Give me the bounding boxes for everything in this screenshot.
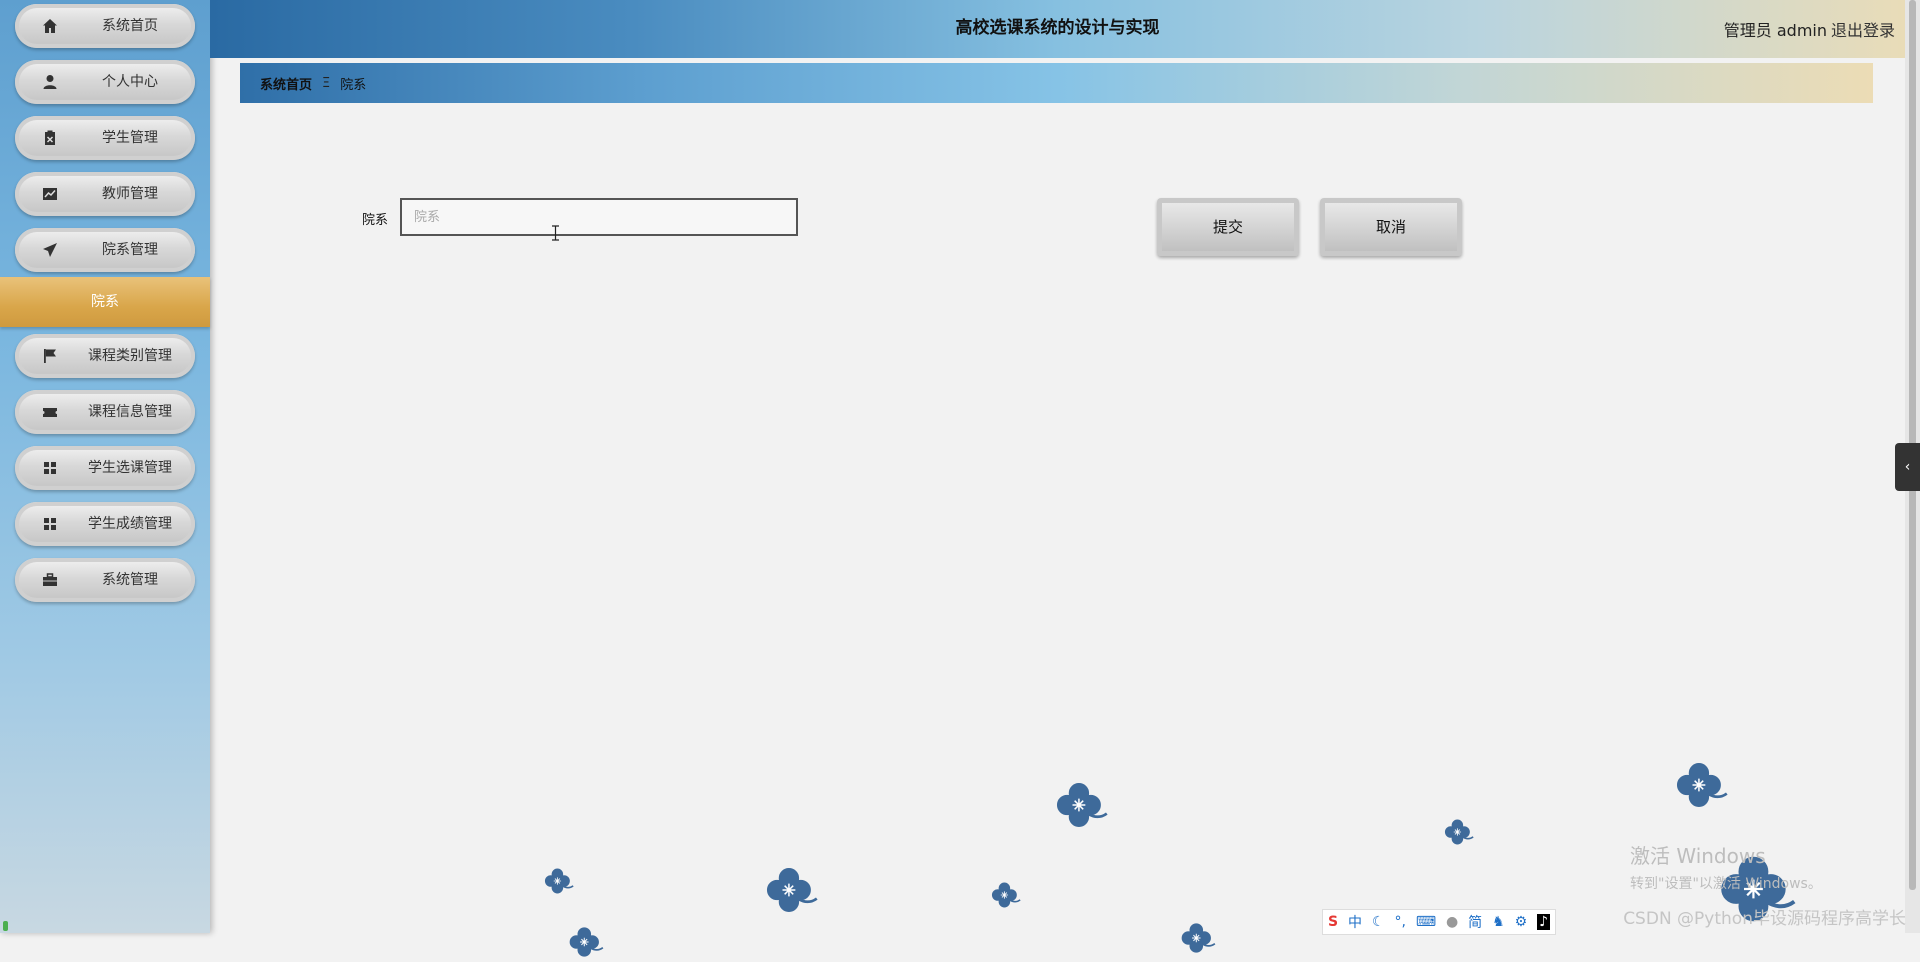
sidebar-item-label: 系统首页 (102, 18, 158, 34)
top-header: 高校选课系统的设计与实现 管理员 admin 退出登录 (210, 0, 1905, 58)
sidebar-item-course-categories[interactable]: 课程类别管理 (15, 334, 195, 378)
tiktok-icon[interactable]: ♪ (1537, 914, 1551, 930)
current-user: 管理员 admin (1723, 21, 1827, 40)
sidebar: 系统首页 个人中心 学生管理 教师管理 院系管理 院系 课程类别管理 课程信息管… (0, 0, 210, 933)
app-title: 高校选课系统的设计与实现 (955, 18, 1160, 38)
punctuation-icon[interactable]: °, (1394, 914, 1405, 930)
breadcrumb-current: 院系 (340, 77, 367, 93)
clipboard-icon (45, 130, 55, 145)
csdn-watermark: CSDN @Python毕设源码程序高学长 (1623, 909, 1906, 929)
sidebar-item-label: 课程类别管理 (88, 348, 172, 364)
sidebar-item-course-selection[interactable]: 学生选课管理 (15, 446, 195, 490)
submit-button[interactable]: 提交 (1157, 198, 1299, 256)
collapse-panel-button[interactable]: ‹ (1895, 443, 1920, 491)
scroll-indicator (3, 921, 8, 931)
ime-toolbar: S 中 ☾ °, ⌨ ● 简 ♞ ⚙ ♪ (1322, 909, 1556, 935)
sidebar-item-label: 教师管理 (102, 186, 158, 202)
briefcase-icon (43, 573, 57, 586)
moon-icon[interactable]: ☾ (1372, 914, 1385, 930)
sidebar-item-personal-center[interactable]: 个人中心 (15, 60, 195, 104)
department-label: 院系 (362, 213, 389, 228)
sidebar-item-label: 个人中心 (102, 74, 158, 90)
flower-decoration (544, 868, 574, 894)
ime-logo-icon[interactable]: S (1328, 914, 1338, 930)
logout-link[interactable]: 退出登录 (1831, 17, 1895, 41)
sidebar-item-home[interactable]: 系统首页 (15, 4, 195, 48)
flower-decoration (1056, 782, 1109, 828)
sidebar-item-departments[interactable]: 院系管理 (15, 228, 195, 272)
sidebar-item-label: 课程信息管理 (88, 404, 172, 420)
activation-subtitle: 转到"设置"以激活 Windows。 (1630, 876, 1822, 892)
flag-icon (44, 349, 56, 363)
paper-plane-icon (43, 243, 57, 257)
user-icon (43, 75, 57, 89)
user-icon[interactable]: ● (1446, 914, 1458, 930)
cancel-button[interactable]: 取消 (1320, 198, 1462, 256)
sidebar-item-system[interactable]: 系统管理 (15, 558, 195, 602)
flower-decoration (1444, 819, 1474, 845)
sidebar-item-grades[interactable]: 学生成绩管理 (15, 502, 195, 546)
department-input[interactable] (400, 198, 798, 236)
grid-icon (44, 518, 56, 530)
chart-icon (43, 188, 57, 200)
ime-chinese-mode[interactable]: 中 (1348, 912, 1362, 932)
flower-decoration (991, 882, 1021, 908)
sidebar-item-label: 学生成绩管理 (88, 516, 172, 532)
sidebar-item-label: 院系管理 (102, 242, 158, 258)
chevron-left-icon: ‹ (1904, 459, 1911, 475)
breadcrumb: 系统首页 Ξ 院系 (240, 63, 1873, 103)
ticket-icon (43, 408, 57, 417)
breadcrumb-separator: Ξ (322, 75, 331, 91)
skin-icon[interactable]: ♞ (1492, 914, 1505, 930)
flower-decoration (569, 926, 604, 958)
sidebar-item-label: 学生选课管理 (88, 460, 172, 476)
grid-icon (44, 462, 56, 474)
text-cursor-icon (552, 225, 559, 241)
sidebar-item-course-info[interactable]: 课程信息管理 (15, 390, 195, 434)
sidebar-item-label: 学生管理 (102, 130, 158, 146)
sidebar-item-label: 系统管理 (102, 572, 158, 588)
sidebar-item-teachers[interactable]: 教师管理 (15, 172, 195, 216)
flower-decoration (1181, 922, 1216, 954)
sidebar-item-students[interactable]: 学生管理 (15, 116, 195, 160)
flower-decoration (766, 867, 819, 913)
flower-decoration (1676, 762, 1729, 808)
ime-simplified-mode[interactable]: 简 (1468, 912, 1482, 932)
settings-gear-icon[interactable]: ⚙ (1515, 914, 1528, 930)
breadcrumb-home[interactable]: 系统首页 (260, 74, 312, 93)
windows-activation-notice: 激活 Windows 转到"设置"以激活 Windows。 (1630, 840, 1822, 893)
keyboard-icon[interactable]: ⌨ (1416, 914, 1436, 930)
activation-title: 激活 Windows (1630, 844, 1766, 868)
home-icon (43, 19, 57, 33)
sidebar-subitem-department[interactable]: 院系 (0, 277, 210, 327)
